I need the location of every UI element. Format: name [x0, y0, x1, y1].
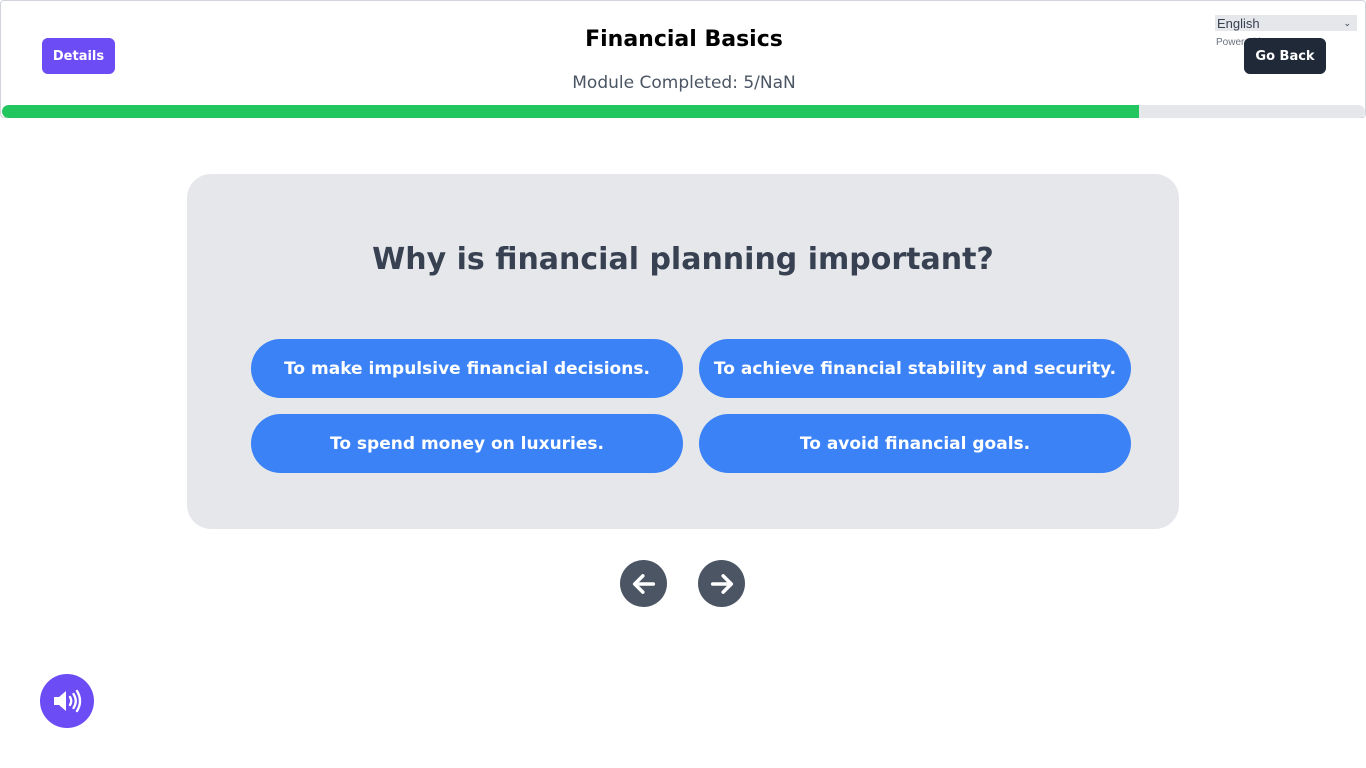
language-select-value: English — [1217, 15, 1260, 31]
arrow-right-icon — [710, 573, 733, 594]
language-select[interactable]: English ⌄ — [1215, 15, 1357, 31]
header: Details Financial Basics Module Complete… — [0, 0, 1366, 118]
previous-button[interactable] — [620, 560, 667, 607]
go-back-button[interactable]: Go Back — [1244, 38, 1326, 74]
page-title: Financial Basics — [585, 27, 783, 52]
progress-bar — [2, 105, 1365, 118]
question-card: Why is financial planning important? To … — [187, 174, 1179, 529]
module-progress-text: Module Completed: 5/NaN — [572, 73, 796, 93]
arrow-left-icon — [632, 573, 655, 594]
speaker-icon — [54, 689, 82, 713]
progress-bar-fill — [2, 105, 1139, 118]
question-text: Why is financial planning important? — [372, 242, 994, 277]
answer-option-2[interactable]: To achieve financial stability and secur… — [699, 339, 1131, 398]
answer-option-4[interactable]: To avoid financial goals. — [699, 414, 1131, 473]
answer-option-1[interactable]: To make impulsive financial decisions. — [251, 339, 683, 398]
answer-option-3[interactable]: To spend money on luxuries. — [251, 414, 683, 473]
chevron-down-icon: ⌄ — [1343, 17, 1351, 28]
answer-options: To make impulsive financial decisions. T… — [251, 339, 1131, 473]
next-button[interactable] — [698, 560, 745, 607]
audio-button[interactable] — [40, 674, 94, 728]
